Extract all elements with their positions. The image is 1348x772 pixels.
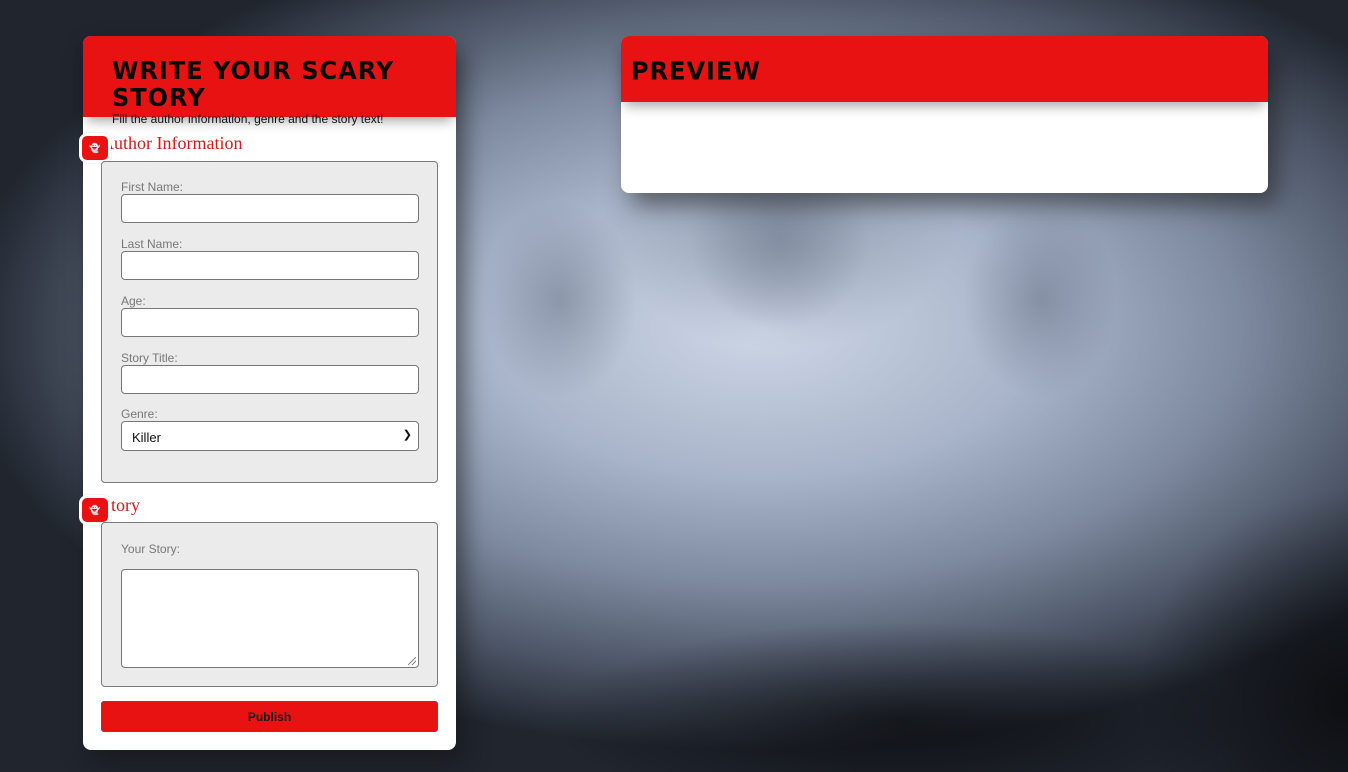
- last-name-label: Last Name:: [121, 237, 183, 251]
- ghost-icon: 👻: [79, 133, 111, 163]
- genre-label: Genre:: [121, 407, 158, 421]
- author-fieldset: First Name: Last Name: Age: Story Title:…: [101, 161, 438, 483]
- story-label: Your Story:: [121, 542, 180, 556]
- story-title-label: Story Title:: [121, 351, 178, 365]
- first-name-label: First Name:: [121, 180, 184, 194]
- preview-content: [621, 102, 1268, 126]
- form-title: Write your scary story: [112, 55, 395, 113]
- author-section-title: Author Information: [101, 133, 243, 153]
- story-section-header: 👻 Story: [79, 495, 140, 525]
- publish-button[interactable]: Publish: [101, 701, 438, 732]
- story-textarea[interactable]: [121, 569, 419, 668]
- story-title-input[interactable]: [121, 365, 419, 394]
- form-subtitle: Fill the author information, genre and t…: [112, 112, 384, 126]
- age-label: Age:: [121, 294, 146, 308]
- age-input[interactable]: [121, 308, 419, 337]
- ghost-icon: 👻: [79, 495, 111, 525]
- story-form-card: Write your scary story Fill the author i…: [79, 36, 456, 750]
- last-name-input[interactable]: [121, 251, 419, 280]
- genre-select[interactable]: Killer ❯: [121, 421, 419, 451]
- chevron-down-icon: ❯: [402, 429, 412, 441]
- preview-card: Preview: [621, 36, 1268, 193]
- resize-handle-icon[interactable]: [408, 657, 416, 665]
- story-fieldset: Your Story:: [101, 522, 438, 687]
- author-section-header: 👻 Author Information: [79, 133, 243, 163]
- preview-header: Preview: [621, 36, 1268, 102]
- form-header: Write your scary story Fill the author i…: [83, 36, 456, 126]
- genre-selected-value: Killer: [132, 430, 161, 445]
- first-name-input[interactable]: [121, 194, 419, 223]
- preview-title: Preview: [631, 56, 761, 86]
